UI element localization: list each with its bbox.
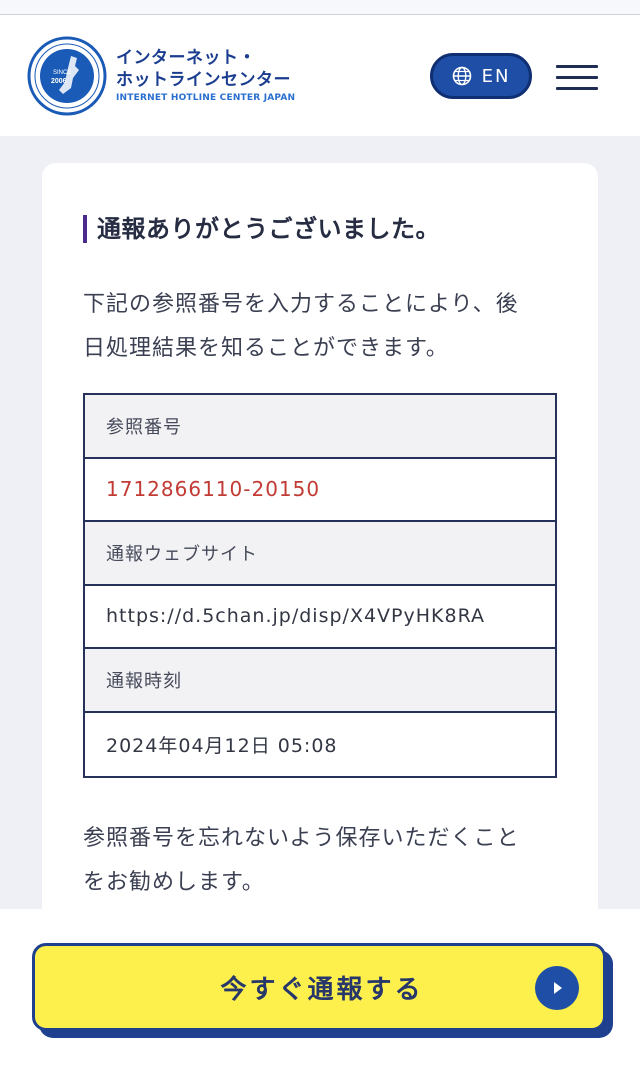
description-line-1: 下記の参照番号を入力することにより、後 bbox=[83, 292, 519, 317]
language-label: EN bbox=[481, 65, 511, 87]
report-details-table: 参照番号 1712866110-20150 通報ウェブサイト https://d… bbox=[83, 393, 557, 778]
seal-year-text: 2006 bbox=[51, 78, 67, 85]
browser-top-strip bbox=[0, 0, 640, 15]
language-switch-button[interactable]: EN bbox=[430, 53, 532, 99]
logo-ja-line2: ホットラインセンター bbox=[116, 70, 291, 90]
reported-site-label: 通報ウェブサイト bbox=[85, 522, 555, 586]
play-arrow-icon bbox=[535, 966, 579, 1010]
description-text: 下記の参照番号を入力することにより、後 日処理結果を知ることができます。 bbox=[83, 283, 563, 371]
page-title: 通報ありがとうございました。 bbox=[83, 215, 440, 243]
logo-wordmark[interactable]: インターネット・ ホットラインセンター INTERNET HOTLINE CEN… bbox=[116, 47, 295, 103]
report-now-button[interactable]: 今すぐ通報する bbox=[32, 943, 606, 1031]
reported-site-value[interactable]: https://d.5chan.jp/disp/X4VPyHK8RA bbox=[85, 585, 555, 649]
logo-seal-icon[interactable]: SINCE 2006 bbox=[27, 36, 107, 116]
ref-number-label: 参照番号 bbox=[85, 395, 555, 459]
site-header: SINCE 2006 インターネット・ ホットラインセンター INTERNET … bbox=[0, 15, 640, 136]
hamburger-menu-icon[interactable] bbox=[556, 65, 598, 91]
report-time-value: 2024年04月12日 05:08 bbox=[85, 712, 555, 776]
save-reminder-line-2: をお勧めします。 bbox=[83, 870, 265, 895]
save-reminder-line-1: 参照番号を忘れないよう保存いただくこと bbox=[83, 826, 520, 851]
logo-ja-line1: インターネット・ bbox=[116, 48, 256, 68]
seal-since-text: SINCE bbox=[53, 70, 71, 76]
save-reminder-text: 参照番号を忘れないよう保存いただくこと をお勧めします。 bbox=[83, 817, 563, 905]
report-now-label: 今すぐ通報する bbox=[220, 974, 424, 1005]
ref-number-value[interactable]: 1712866110-20150 bbox=[85, 458, 555, 522]
description-line-2: 日処理結果を知ることができます。 bbox=[83, 336, 449, 361]
confirmation-card: 通報ありがとうございました。 下記の参照番号を入力することにより、後 日処理結果… bbox=[42, 163, 598, 923]
globe-icon bbox=[452, 66, 471, 86]
logo-en: INTERNET HOTLINE CENTER JAPAN bbox=[116, 93, 296, 103]
report-time-label: 通報時刻 bbox=[85, 649, 555, 713]
